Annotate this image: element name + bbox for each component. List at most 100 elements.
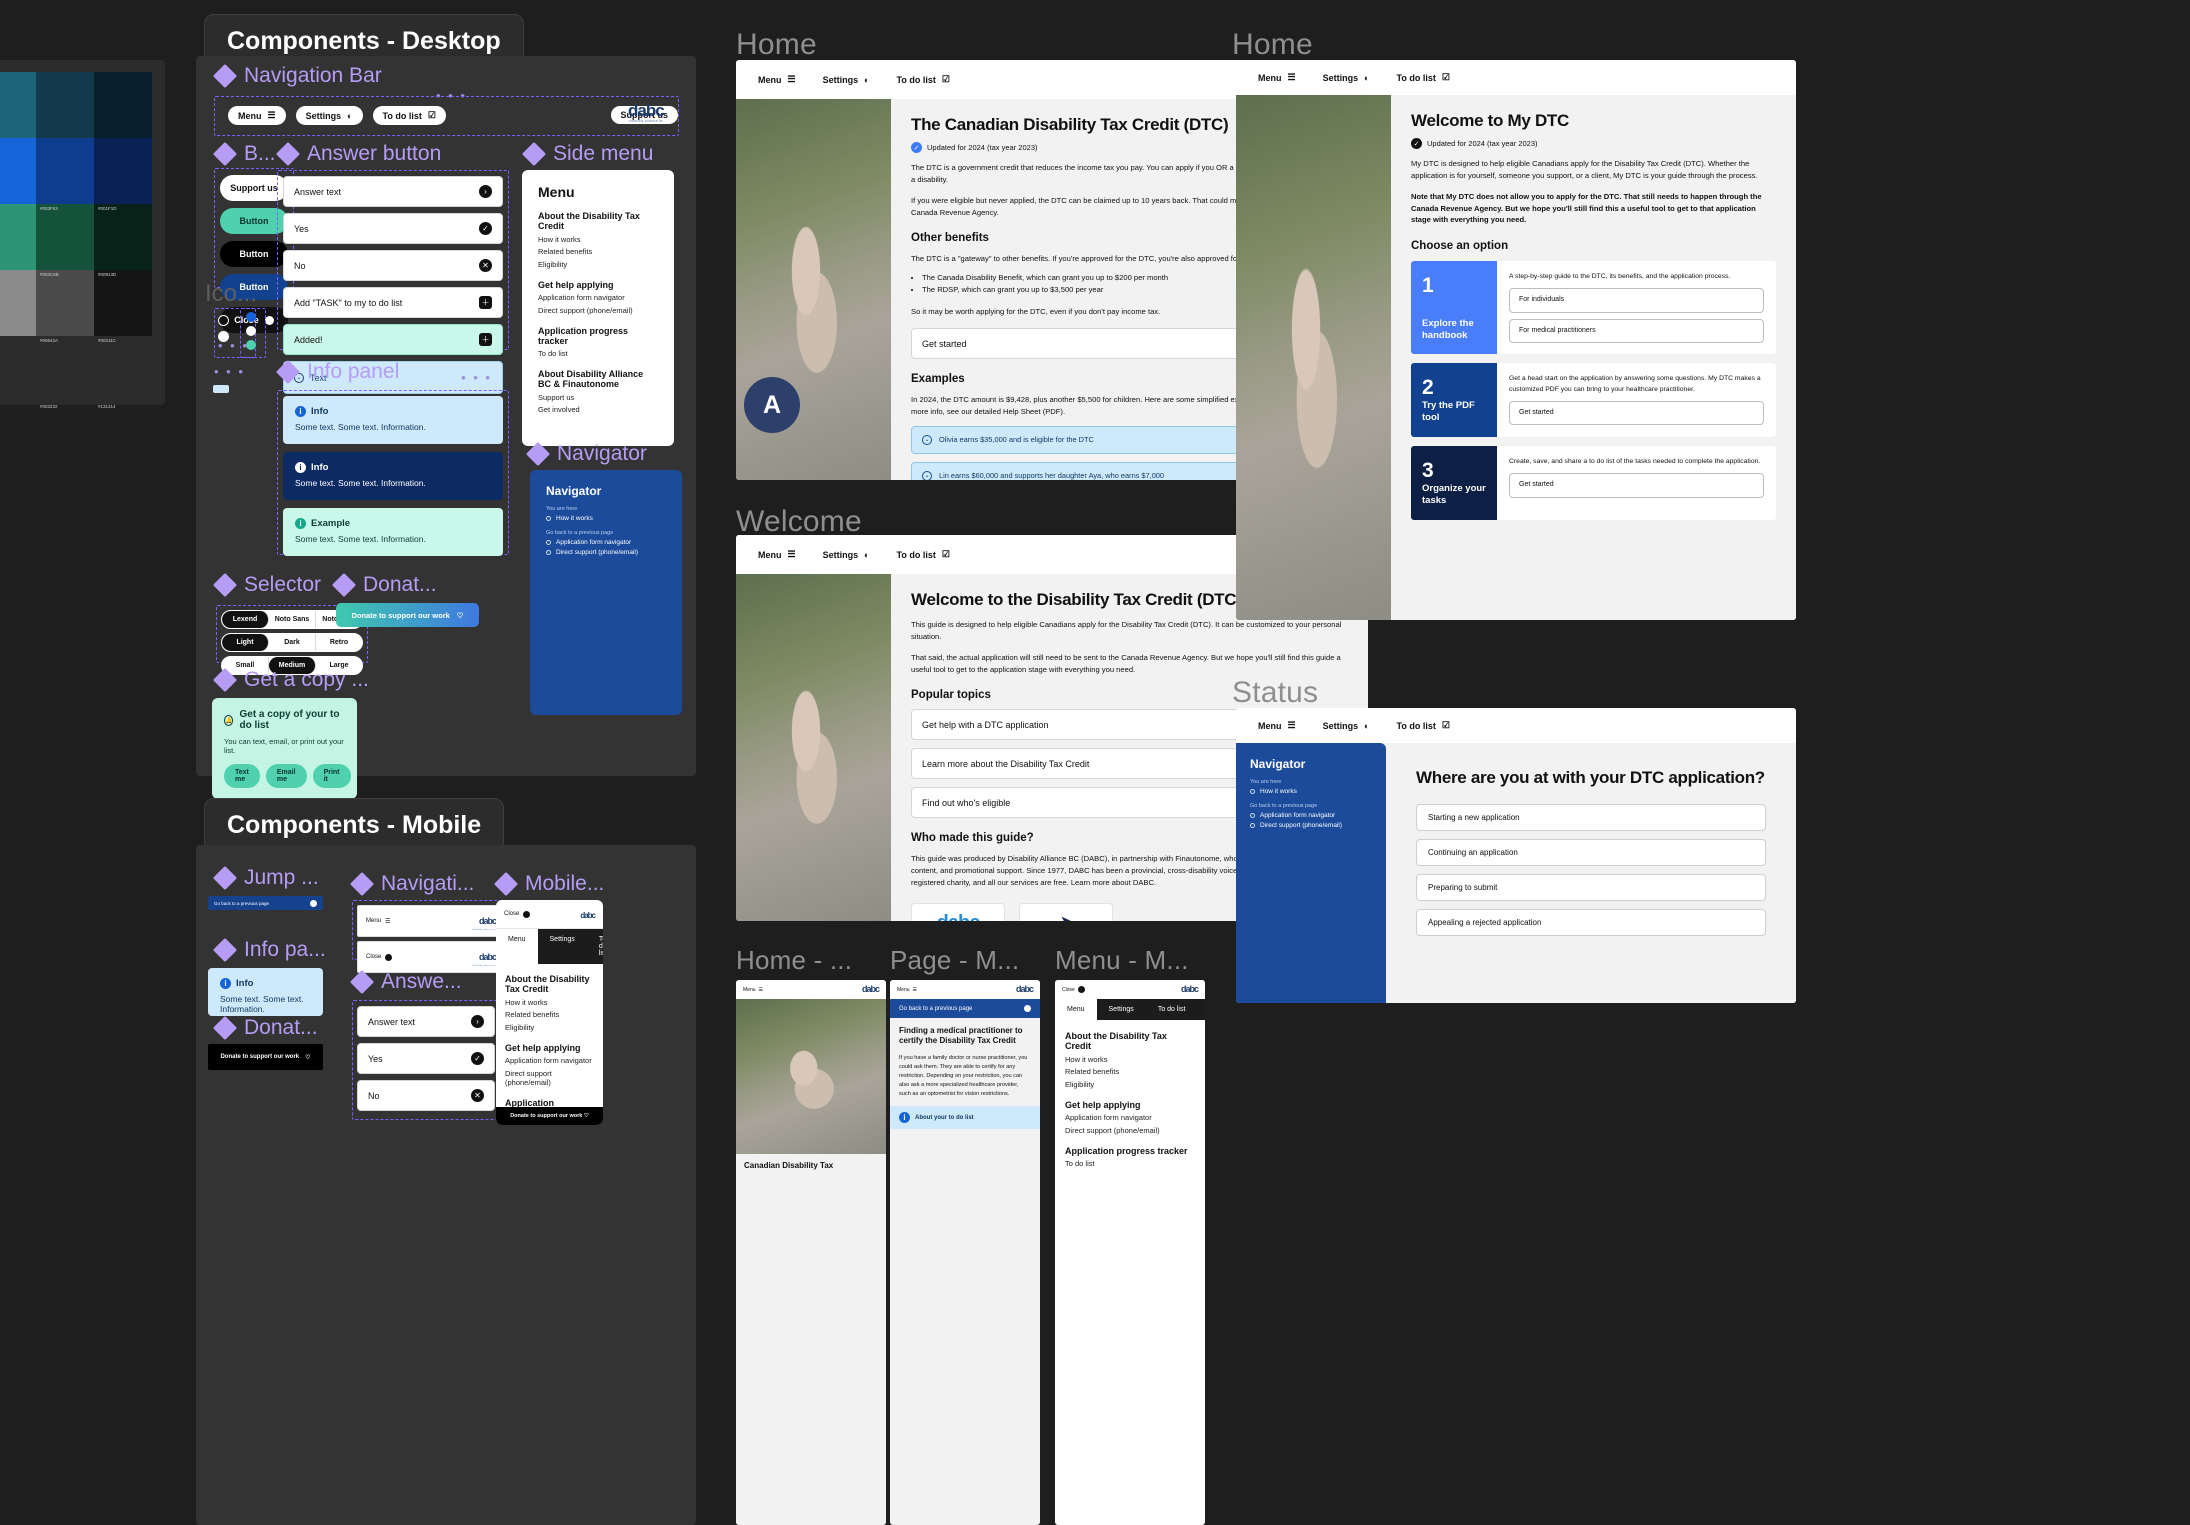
nav-menu-button[interactable]: Menu ☰ bbox=[748, 545, 806, 564]
nav-menu-button[interactable]: Menu ☰ bbox=[1248, 716, 1306, 735]
jump-back-bar[interactable]: Go back to a previous page bbox=[890, 999, 1040, 1018]
donate-button-mobile[interactable]: Donate to support our work ♡ bbox=[208, 1044, 323, 1070]
frame-title-home-mobile[interactable]: Home - ... bbox=[736, 945, 852, 976]
nav-todo-button[interactable]: To do list ☑ bbox=[886, 70, 960, 89]
side-menu-item[interactable]: To do list bbox=[538, 349, 658, 358]
about-todo-note[interactable]: i About your to do list bbox=[890, 1106, 1040, 1130]
answer-row[interactable]: Answer text › bbox=[283, 176, 503, 207]
mobile-menu-tabs[interactable]: Menu Settings To do list bbox=[1055, 999, 1205, 1020]
print-it-button[interactable]: Print it bbox=[312, 764, 351, 788]
answer-row[interactable]: Add "TASK" to my to do list ＋ bbox=[283, 287, 503, 318]
side-menu-item[interactable]: Related benefits bbox=[538, 247, 658, 256]
side-menu-item[interactable]: Related benefits bbox=[1065, 1067, 1195, 1076]
side-menu-item[interactable]: Eligibility bbox=[505, 1023, 594, 1032]
mobile-menu-tabs[interactable]: Menu Settings To do list bbox=[496, 929, 603, 964]
navigator-item[interactable]: Application form navigator bbox=[546, 539, 666, 546]
answer-row[interactable]: No ✕ bbox=[283, 250, 503, 281]
mobile-donate-footer[interactable]: Donate to support our work ♡ bbox=[496, 1107, 603, 1125]
option-button[interactable]: For medical practitioners bbox=[1509, 318, 1764, 344]
nav-settings-button[interactable]: Settings ◐ bbox=[295, 106, 363, 125]
side-menu-item[interactable]: Direct support (phone/email) bbox=[1065, 1126, 1195, 1135]
frame-title-home[interactable]: Home bbox=[736, 28, 817, 62]
nav-settings-button[interactable]: Settings ◐ bbox=[812, 70, 880, 89]
selector-theme-row[interactable]: Light Dark Retro bbox=[221, 633, 363, 652]
side-menu-item[interactable]: Related benefits bbox=[505, 1010, 594, 1019]
side-menu-item[interactable]: Application form navigator bbox=[505, 1056, 594, 1065]
nav-todo-button[interactable]: To do list ☑ bbox=[372, 106, 446, 125]
frame-title-menu-mobile[interactable]: Menu - M... bbox=[1055, 945, 1189, 976]
info-icon: i bbox=[899, 1112, 910, 1124]
nav-menu-button[interactable]: Menu ☰ bbox=[748, 70, 806, 89]
tab-menu[interactable]: Menu bbox=[1055, 999, 1097, 1020]
selector-option[interactable]: Dark bbox=[269, 634, 316, 651]
navigator-current[interactable]: How it works bbox=[546, 515, 666, 522]
navigator-item[interactable]: Application form navigator bbox=[1250, 812, 1372, 819]
tab-settings[interactable]: Settings bbox=[1097, 999, 1146, 1020]
frame-title-welcome[interactable]: Welcome bbox=[736, 505, 862, 539]
nav-todo-button[interactable]: To do list ☑ bbox=[1386, 716, 1460, 735]
option-card[interactable]: 2 Try the PDF tool Get a head start on t… bbox=[1411, 363, 1776, 438]
side-menu-item[interactable]: How it works bbox=[505, 998, 594, 1007]
answer-row[interactable]: Yes ✓ bbox=[357, 1043, 495, 1074]
group-answer-mobile: Answe... bbox=[349, 969, 462, 995]
selector-option[interactable]: Retro bbox=[316, 634, 362, 651]
nav-settings-button[interactable]: Settings ◐ bbox=[1312, 716, 1380, 735]
mobile-navbar-close[interactable]: Close dabc disability alliance bc bbox=[357, 941, 505, 973]
selector-option[interactable]: Lexend bbox=[222, 611, 269, 628]
navigator-current[interactable]: How it works bbox=[1250, 788, 1372, 795]
nav-todo-button[interactable]: To do list ☑ bbox=[886, 545, 960, 564]
tab-todo[interactable]: To do list bbox=[1146, 999, 1198, 1020]
nav-menu-button[interactable]: Menu ☰ bbox=[1248, 68, 1306, 87]
side-menu-item[interactable]: Application form navigator bbox=[1065, 1113, 1195, 1122]
checkbox-icon: ☑ bbox=[1441, 72, 1450, 82]
donate-button[interactable]: Donate to support our work ♡ bbox=[336, 603, 479, 627]
bird-icon: ➤ bbox=[1060, 912, 1073, 921]
navigator-item[interactable]: Direct support (phone/email) bbox=[546, 549, 666, 556]
tab-settings[interactable]: Settings bbox=[538, 929, 587, 964]
tab-todo[interactable]: To do list bbox=[587, 929, 603, 964]
jump-back-bar[interactable]: Go back to a previous page bbox=[208, 896, 323, 910]
mobile-navbar-menu[interactable]: Menu ☰ dabc disability alliance bc bbox=[357, 905, 505, 937]
status-option[interactable]: Starting a new application bbox=[1416, 804, 1766, 832]
side-menu-item[interactable]: Support us bbox=[538, 393, 658, 402]
swatch bbox=[36, 270, 94, 336]
side-menu-item[interactable]: Eligibility bbox=[538, 260, 658, 269]
side-menu-item[interactable]: Application form navigator bbox=[538, 293, 658, 302]
tab-menu[interactable]: Menu bbox=[496, 929, 538, 964]
option-button[interactable]: For individuals bbox=[1509, 288, 1764, 313]
status-option[interactable]: Preparing to submit bbox=[1416, 874, 1766, 902]
text-me-button[interactable]: Text me bbox=[224, 764, 260, 788]
frame-title-status[interactable]: Status bbox=[1232, 676, 1318, 710]
option-card[interactable]: 3 Organize your tasks Create, save, and … bbox=[1411, 446, 1776, 520]
email-me-button[interactable]: Email me bbox=[265, 764, 307, 788]
nav-todo-button[interactable]: To do list ☑ bbox=[1386, 68, 1460, 87]
option-card[interactable]: 1 Explore the handbook A step-by-step gu… bbox=[1411, 261, 1776, 355]
figma-canvas[interactable]: #005A82 #003F63 #001F1D #0063D1 #003C8B … bbox=[0, 0, 2190, 1525]
side-menu-item[interactable]: Get involved bbox=[538, 405, 658, 414]
side-menu-item[interactable]: Direct support (phone/email) bbox=[538, 306, 658, 315]
side-menu-item[interactable]: Eligibility bbox=[1065, 1080, 1195, 1089]
side-menu-item[interactable]: To do list bbox=[1065, 1159, 1195, 1168]
answer-row[interactable]: Answer text › bbox=[357, 1006, 495, 1037]
option-button[interactable]: Get started bbox=[1509, 400, 1764, 426]
nav-settings-button[interactable]: Settings ◐ bbox=[1312, 68, 1380, 87]
selector-option[interactable]: Light bbox=[222, 634, 269, 651]
answer-row[interactable]: Yes ✓ bbox=[283, 213, 503, 244]
answer-row[interactable]: No ✕ bbox=[357, 1080, 495, 1111]
node-icon bbox=[1250, 789, 1255, 794]
frame-title-home-right[interactable]: Home bbox=[1232, 28, 1313, 62]
avatar[interactable]: A bbox=[744, 377, 800, 433]
side-menu-item[interactable]: How it works bbox=[1065, 1055, 1195, 1064]
answer-row-added[interactable]: Added! ＋ bbox=[283, 324, 503, 355]
side-menu-item[interactable]: Direct support (phone/email) bbox=[505, 1069, 594, 1087]
selector-option[interactable]: Noto Sans bbox=[269, 611, 316, 628]
option-button[interactable]: Get started bbox=[1509, 473, 1764, 498]
nav-settings-button[interactable]: Settings ◐ bbox=[812, 545, 880, 564]
side-menu-item[interactable]: How it works bbox=[538, 235, 658, 244]
status-option[interactable]: Appealing a rejected application bbox=[1416, 909, 1766, 937]
navigator-item[interactable]: Direct support (phone/email) bbox=[1250, 822, 1372, 829]
nav-menu-button[interactable]: Menu ☰ bbox=[228, 106, 286, 125]
side-menu-heading: Get help applying bbox=[1065, 1099, 1141, 1110]
frame-title-page-mobile[interactable]: Page - M... bbox=[890, 945, 1019, 976]
status-option[interactable]: Continuing an application bbox=[1416, 839, 1766, 867]
